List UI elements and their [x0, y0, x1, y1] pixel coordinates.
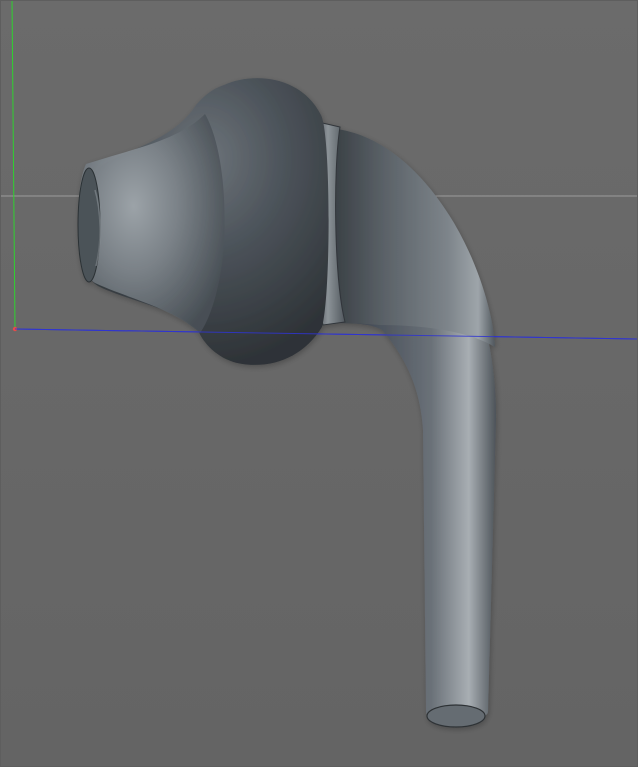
- 3d-viewport[interactable]: [0, 0, 638, 767]
- viewport-scene[interactable]: [0, 0, 638, 767]
- stem-end-cap: [426, 704, 486, 728]
